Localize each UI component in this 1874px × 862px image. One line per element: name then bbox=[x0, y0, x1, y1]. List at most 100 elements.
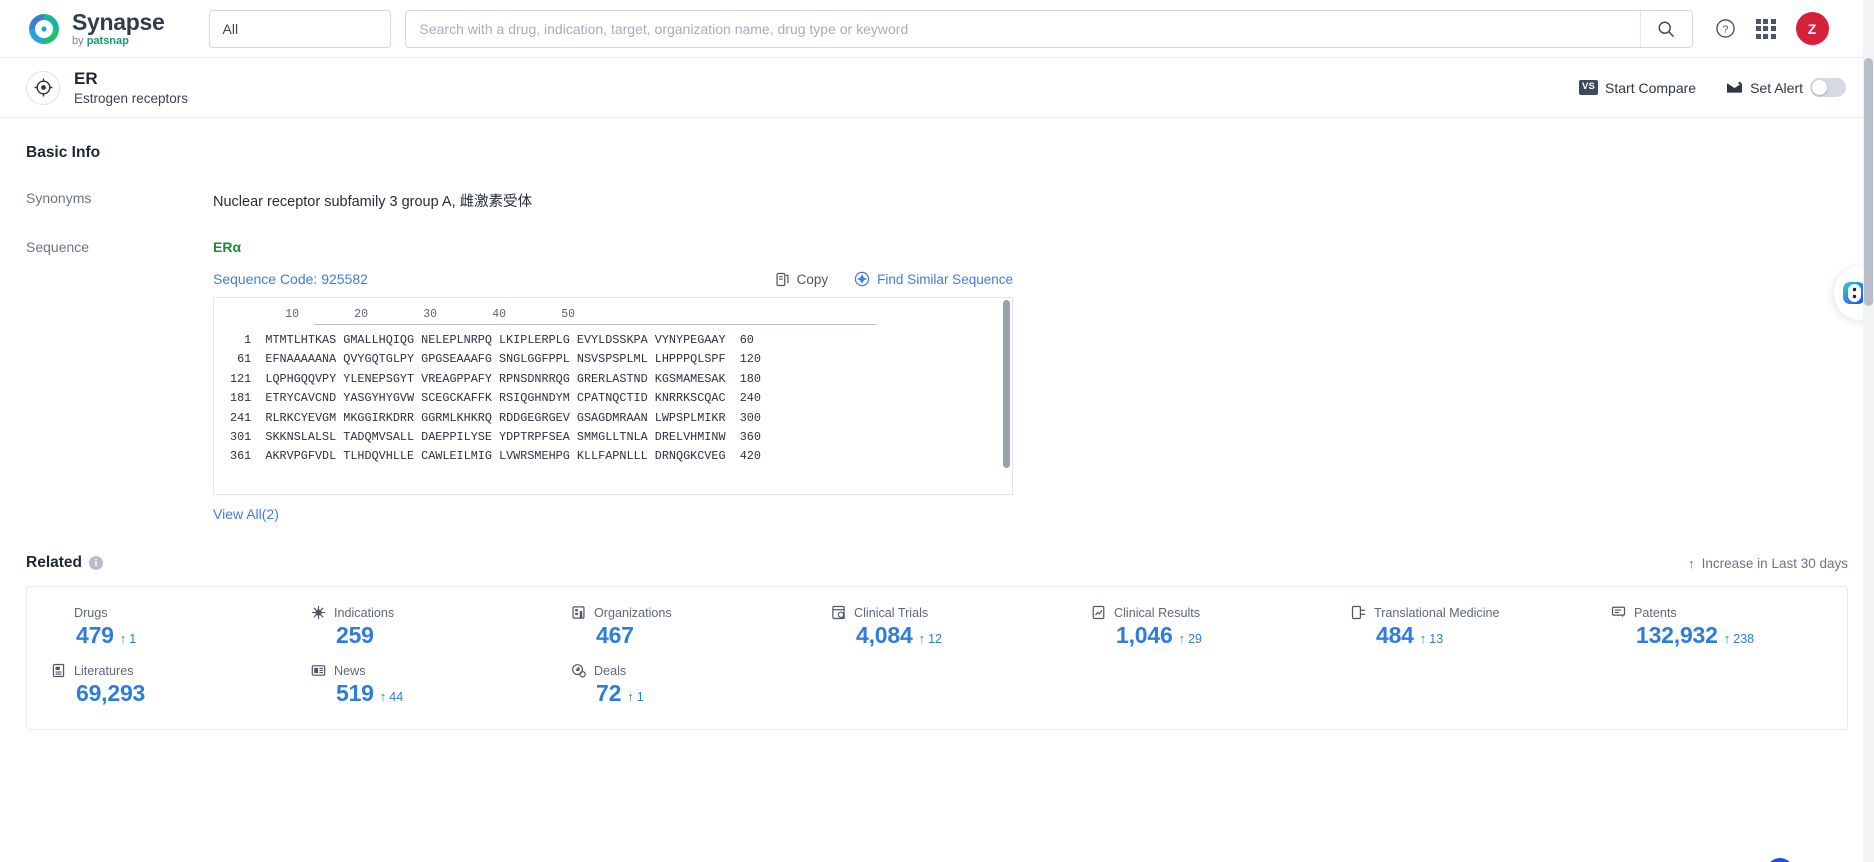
top-action-icons: ? Z bbox=[1715, 12, 1829, 45]
stat-card-value: 4,084 bbox=[856, 622, 913, 648]
stat-card-value: 479 bbox=[76, 622, 114, 648]
synonyms-label: Synonyms bbox=[26, 190, 92, 206]
app-grid-icon bbox=[1755, 18, 1761, 24]
stat-card-patents[interactable]: Patents 132,932 ↑ 238 bbox=[1587, 605, 1847, 649]
stat-card-label: Deals bbox=[594, 663, 627, 678]
sequence-line: 181 ETRYCAVCND YASGYHYGVW SCEGCKAFFK RSI… bbox=[230, 391, 761, 406]
alert-envelope-icon bbox=[1726, 81, 1743, 93]
help-button[interactable]: ? bbox=[1715, 18, 1736, 39]
view-all-link[interactable]: View All(2) bbox=[213, 506, 279, 522]
search-button[interactable] bbox=[1639, 10, 1692, 47]
stat-card-head: Translational Medicine bbox=[1351, 605, 1587, 620]
stat-card-head: Organizations bbox=[571, 605, 807, 620]
sequence-scrollbar-thumb[interactable] bbox=[1003, 300, 1010, 468]
up-arrow-icon: ↑ bbox=[1688, 555, 1695, 571]
set-alert-control[interactable]: Set Alert bbox=[1726, 78, 1846, 97]
stat-card-delta: ↑ 1 bbox=[120, 631, 136, 646]
stat-card-value-line: 69,293 bbox=[51, 680, 287, 707]
help-circle-icon: ? bbox=[1715, 19, 1735, 38]
search-scope-value: All bbox=[222, 20, 239, 37]
stat-card-news[interactable]: News 519 ↑ 44 bbox=[287, 663, 547, 707]
stat-card-deals[interactable]: Deals 72 ↑ 1 bbox=[547, 663, 807, 707]
related-header: Related i ↑ Increase in Last 30 days bbox=[26, 554, 1848, 572]
sequence-line: 241 RLRKCYEVGM MKGGIRKDRR GGRMLKHKRQ RDD… bbox=[230, 410, 761, 425]
entity-actions: VS Start Compare Set Alert bbox=[1578, 78, 1846, 97]
stat-card-delta: ↑ 238 bbox=[1724, 631, 1754, 646]
brand-logo-area[interactable]: Synapse by patsnap bbox=[26, 10, 165, 47]
stat-card-delta-value: 44 bbox=[389, 690, 404, 704]
vs-badge-icon: VS bbox=[1578, 80, 1599, 95]
stat-card-clinical-trials[interactable]: Clinical Trials 4,084 ↑ 12 bbox=[807, 605, 1067, 649]
stat-card-head: Indications bbox=[311, 605, 547, 620]
stat-card-delta: ↑ 13 bbox=[1420, 631, 1443, 646]
apps-grid-button[interactable] bbox=[1755, 18, 1776, 39]
copy-icon bbox=[776, 272, 789, 286]
stat-card-delta-value: 238 bbox=[1733, 632, 1755, 646]
stat-card-delta-value: 1 bbox=[636, 690, 644, 704]
stat-card-indications[interactable]: Indications 259 bbox=[287, 605, 547, 649]
bottom-floating-widget[interactable] bbox=[1758, 842, 1818, 862]
sequence-viewer[interactable]: 10 20 30 40 50 1 MTMTLHTKAS GMALLHQIQG N… bbox=[213, 297, 1013, 495]
stat-card-organizations[interactable]: Organizations 467 bbox=[547, 605, 807, 649]
stat-card-value: 259 bbox=[336, 622, 374, 648]
brand-by-label: by bbox=[72, 34, 87, 47]
up-arrow-icon: ↑ bbox=[1723, 631, 1731, 646]
alert-toggle[interactable] bbox=[1810, 78, 1846, 97]
sequence-ruler-ticks: 10 20 30 40 50 bbox=[230, 308, 576, 321]
virus-icon bbox=[311, 605, 326, 620]
stat-card-head: Literatures bbox=[51, 663, 287, 678]
stat-card-value-line: 467 bbox=[571, 622, 807, 649]
page-scrollbar-thumb[interactable] bbox=[1864, 58, 1873, 306]
find-similar-sequence-button[interactable]: Find Similar Sequence bbox=[854, 271, 1013, 287]
stat-card-clinical-results[interactable]: Clinical Results 1,046 ↑ 29 bbox=[1067, 605, 1327, 649]
stat-card-value-line: 132,932 ↑ 238 bbox=[1611, 622, 1847, 649]
stat-card-delta: ↑ 12 bbox=[919, 631, 942, 646]
stat-card-delta-value: 12 bbox=[928, 632, 942, 646]
search-scope-select[interactable]: All bbox=[208, 9, 391, 48]
sequence-code-link[interactable]: Sequence Code: 925582 bbox=[213, 271, 368, 287]
sequence-ruler-line bbox=[314, 324, 876, 325]
page-title: ER bbox=[74, 68, 98, 88]
copy-sequence-button[interactable]: Copy bbox=[775, 271, 829, 287]
stat-card-literatures[interactable]: Literatures 69,293 bbox=[27, 663, 287, 707]
stat-card-delta-value: 29 bbox=[1188, 632, 1202, 646]
svg-text:?: ? bbox=[1722, 24, 1728, 36]
stat-card-label: Translational Medicine bbox=[1374, 605, 1500, 620]
stat-card-delta: ↑ 29 bbox=[1179, 631, 1202, 646]
patent-icon bbox=[1611, 605, 1626, 620]
building-icon bbox=[571, 605, 586, 620]
copy-label: Copy bbox=[796, 271, 829, 287]
stat-card-translational-medicine[interactable]: Translational Medicine 484 ↑ 13 bbox=[1327, 605, 1587, 649]
global-search-box[interactable] bbox=[404, 9, 1693, 48]
search-input[interactable] bbox=[405, 10, 1640, 47]
info-icon[interactable]: i bbox=[89, 556, 103, 570]
stat-card-value: 1,046 bbox=[1116, 622, 1173, 648]
sequence-tools: Copy Find Similar Sequence bbox=[775, 271, 1013, 287]
up-arrow-icon: ↑ bbox=[1178, 631, 1186, 646]
start-compare-button[interactable]: VS Start Compare bbox=[1578, 80, 1696, 96]
user-avatar[interactable]: Z bbox=[1795, 12, 1829, 45]
find-similar-icon bbox=[854, 271, 870, 287]
sequence-line: 361 AKRVPGFVDL TLHDQVHLLE CAWLEILMIG LVW… bbox=[230, 449, 761, 464]
stat-card-label: Indications bbox=[334, 605, 395, 620]
basic-info-heading: Basic Info bbox=[26, 144, 101, 161]
stat-card-value: 69,293 bbox=[76, 680, 146, 706]
stat-card-delta-value: 13 bbox=[1429, 632, 1444, 646]
stat-card-value-line: 1,046 ↑ 29 bbox=[1091, 622, 1327, 649]
sequence-ruler: 10 20 30 40 50 bbox=[214, 308, 1012, 321]
synonyms-row: Synonyms Nuclear receptor subfamily 3 gr… bbox=[26, 190, 1874, 211]
find-similar-label: Find Similar Sequence bbox=[877, 271, 1013, 287]
stat-card-head: Drugs bbox=[51, 605, 287, 620]
related-stats-card: Drugs 479 ↑ 1 Indications 259 Organizations 467… bbox=[26, 586, 1848, 730]
stat-card-value-line: 519 ↑ 44 bbox=[311, 680, 547, 707]
sequence-block: ERα Sequence Code: 925582 Copy Find Simi… bbox=[213, 239, 1013, 524]
stat-card-label: Drugs bbox=[74, 605, 108, 620]
stat-card-head: Patents bbox=[1611, 605, 1847, 620]
stat-card-drugs[interactable]: Drugs 479 ↑ 1 bbox=[27, 605, 287, 649]
clinical-trial-icon bbox=[831, 605, 846, 620]
stat-card-label: News bbox=[334, 663, 366, 678]
stat-card-head: Clinical Trials bbox=[831, 605, 1067, 620]
sequence-line: 121 LQPHGQQVPY YLENEPSGYT VREAGPPAFY RPN… bbox=[230, 371, 761, 386]
related-heading: Related bbox=[26, 554, 82, 571]
stat-card-value: 484 bbox=[1376, 622, 1414, 648]
